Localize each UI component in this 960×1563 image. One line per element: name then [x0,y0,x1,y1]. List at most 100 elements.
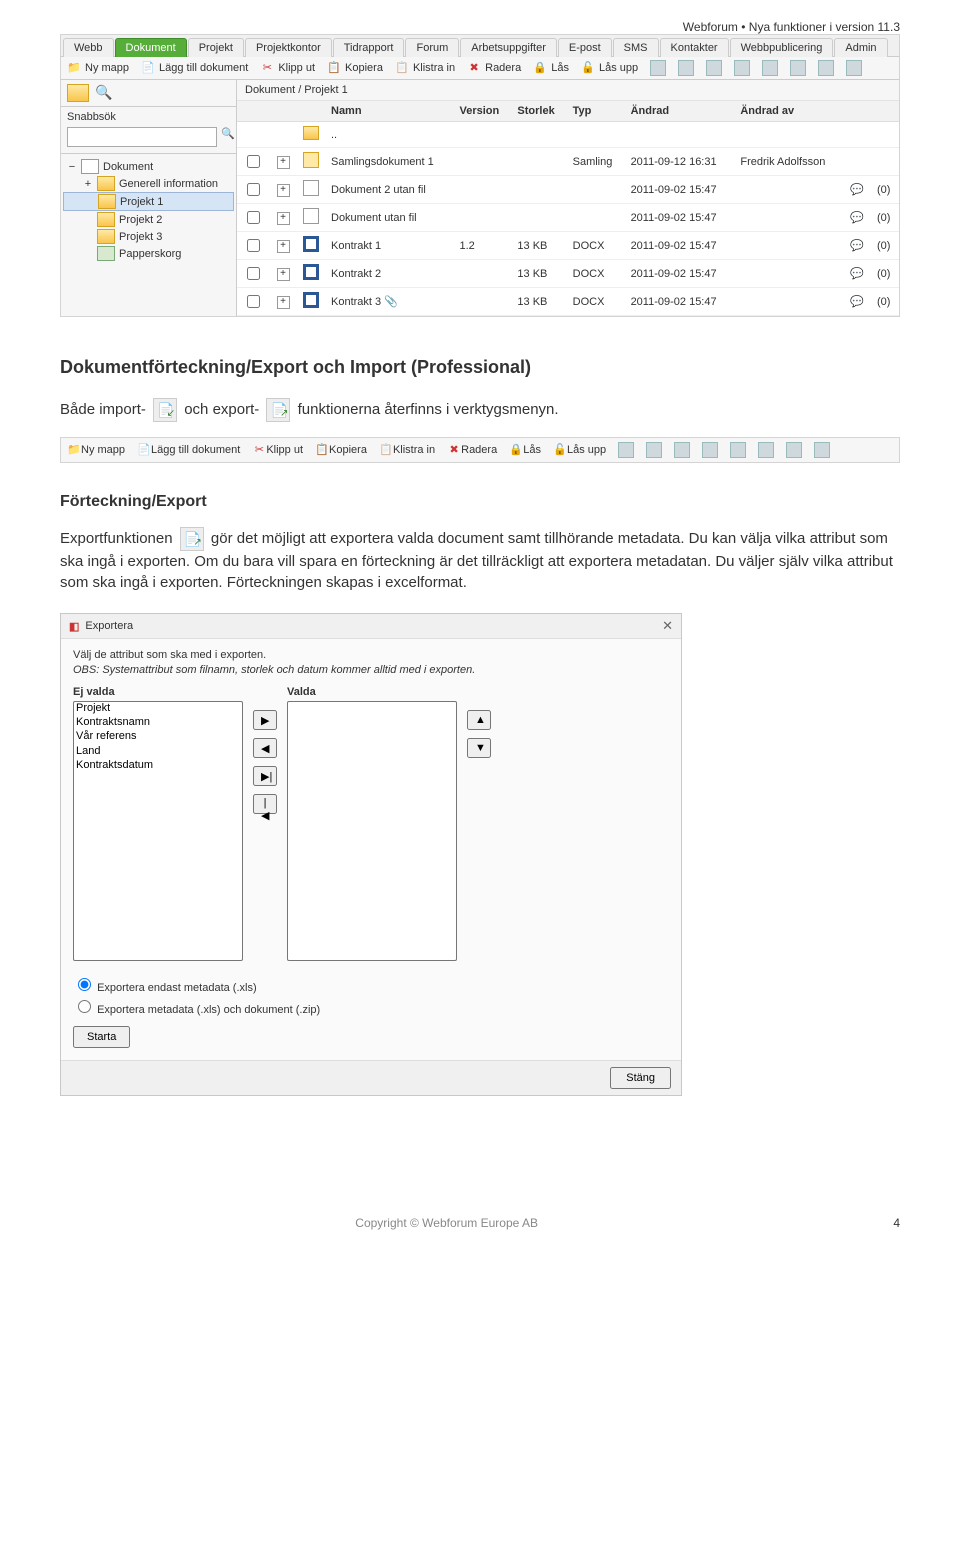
move-right-button[interactable]: ▶ [253,710,277,730]
expand-icon[interactable]: + [277,296,290,309]
list-item[interactable]: Kontraktsdatum [74,759,242,773]
move-up-button[interactable]: ▲ [467,710,491,730]
radio-metadata-only[interactable]: Exportera endast metadata (.xls) [73,975,669,994]
list-item[interactable]: Kontraktsnamn [74,716,242,730]
tab-projektkontor[interactable]: Projektkontor [245,38,332,57]
row-checkbox[interactable] [247,155,260,168]
paste-button[interactable]: Klistra in [395,61,455,75]
move-all-right-button[interactable]: ▶| [253,766,277,786]
start-button[interactable]: Starta [73,1026,130,1048]
tool-icon-3[interactable] [706,60,722,76]
tool-icon[interactable] [786,442,802,458]
col-namn[interactable]: Namn [325,101,453,122]
tab-sms[interactable]: SMS [613,38,659,57]
unlock-button[interactable]: Lås upp [553,443,606,457]
row-checkbox[interactable] [247,239,260,252]
paste-button[interactable]: Klistra in [379,443,435,457]
tree-item-trash[interactable]: Papperskorg [63,245,234,262]
tool-icon-1[interactable] [650,60,666,76]
tab-arbetsuppgifter[interactable]: Arbetsuppgifter [460,38,557,57]
expand-icon[interactable]: + [277,240,290,253]
tab-forum[interactable]: Forum [405,38,459,57]
row-checkbox[interactable] [247,295,260,308]
add-document-button[interactable]: Lägg till dokument [137,443,240,457]
tree-item-projekt2[interactable]: Projekt 2 [63,211,234,228]
comment-icon[interactable]: 💬 [850,268,864,280]
expand-icon[interactable]: + [277,156,290,169]
table-row[interactable]: +Dokument utan fil2011-09-02 15:47💬(0) [237,204,899,232]
tool-icon-4[interactable] [734,60,750,76]
radio-metadata-docs-input[interactable] [78,1000,91,1013]
cut-button[interactable]: Klipp ut [260,61,315,75]
expand-icon[interactable]: + [277,268,290,281]
tab-kontakter[interactable]: Kontakter [660,38,729,57]
new-folder-button[interactable]: Ny mapp [67,61,129,75]
table-row[interactable]: +Kontrakt 3 📎13 KBDOCX2011-09-02 15:47💬(… [237,288,899,316]
row-checkbox[interactable] [247,211,260,224]
add-document-button[interactable]: Lägg till dokument [141,61,248,75]
tool-icon-5[interactable] [762,60,778,76]
search-icon[interactable]: 🔍 [95,84,112,102]
up-row[interactable]: .. [237,122,899,148]
list-item[interactable]: Projekt [74,702,242,716]
cut-button[interactable]: Klipp ut [252,443,303,457]
tool-icon[interactable] [758,442,774,458]
row-checkbox[interactable] [247,267,260,280]
copy-button[interactable]: Kopiera [315,443,367,457]
tab-tidrapport[interactable]: Tidrapport [333,38,405,57]
move-left-button[interactable]: ◀ [253,738,277,758]
tree-root[interactable]: −Dokument [63,158,234,175]
radio-metadata-and-docs[interactable]: Exportera metadata (.xls) och dokument (… [73,997,669,1016]
comment-icon[interactable]: 💬 [850,184,864,196]
tab-webb[interactable]: Webb [63,38,114,57]
unselected-list[interactable]: ProjektKontraktsnamnVår referensLandKont… [73,701,243,961]
col-andrad[interactable]: Ändrad [625,101,735,122]
row-checkbox[interactable] [247,183,260,196]
tool-icon-2[interactable] [678,60,694,76]
tool-icon[interactable] [730,442,746,458]
delete-button[interactable]: Radera [447,443,497,457]
lock-button[interactable]: Lås [533,61,569,75]
radio-metadata-only-input[interactable] [78,978,91,991]
table-row[interactable]: +Kontrakt 213 KBDOCX2011-09-02 15:47💬(0) [237,260,899,288]
list-item[interactable]: Vår referens [74,730,242,744]
table-row[interactable]: +Samlingsdokument 1Samling2011-09-12 16:… [237,148,899,176]
move-down-button[interactable]: ▼ [467,738,491,758]
comment-icon[interactable]: 💬 [850,296,864,308]
delete-button[interactable]: Radera [467,61,521,75]
new-folder-button[interactable]: Ny mapp [67,443,125,457]
expand-icon[interactable]: + [277,212,290,225]
tool-icon-6[interactable] [790,60,806,76]
close-icon[interactable]: ✕ [662,618,673,634]
copy-button[interactable]: Kopiera [327,61,383,75]
unlock-button[interactable]: Lås upp [581,61,638,75]
tool-icon[interactable] [814,442,830,458]
col-storlek[interactable]: Storlek [511,101,566,122]
quicksearch-go-icon[interactable]: 🔍 [221,127,235,147]
expand-icon[interactable]: + [277,184,290,197]
table-row[interactable]: +Dokument 2 utan fil2011-09-02 15:47💬(0) [237,176,899,204]
move-all-left-button[interactable]: |◀ [253,794,277,814]
tab-projekt[interactable]: Projekt [188,38,244,57]
quicksearch-input[interactable] [67,127,217,147]
tab-webbpublicering[interactable]: Webbpublicering [730,38,834,57]
tool-icon[interactable] [674,442,690,458]
col-version[interactable]: Version [453,101,511,122]
comment-icon[interactable]: 💬 [850,212,864,224]
col-typ[interactable]: Typ [567,101,625,122]
tab-dokument[interactable]: Dokument [115,38,187,57]
lock-button[interactable]: Lås [509,443,541,457]
folder-big-icon[interactable] [67,84,89,102]
comment-icon[interactable]: 💬 [850,240,864,252]
selected-list[interactable] [287,701,457,961]
tab-admin[interactable]: Admin [834,38,887,57]
tree-item-projekt1[interactable]: Projekt 1 [63,192,234,211]
tool-icon[interactable] [702,442,718,458]
tree-item-projekt3[interactable]: Projekt 3 [63,228,234,245]
close-button[interactable]: Stäng [610,1067,671,1089]
tree-item-generell[interactable]: +Generell information [63,175,234,192]
tool-icon-8[interactable] [846,60,862,76]
tool-icon-7[interactable] [818,60,834,76]
col-andrad-av[interactable]: Ändrad av [734,101,843,122]
tool-icon[interactable] [618,442,634,458]
